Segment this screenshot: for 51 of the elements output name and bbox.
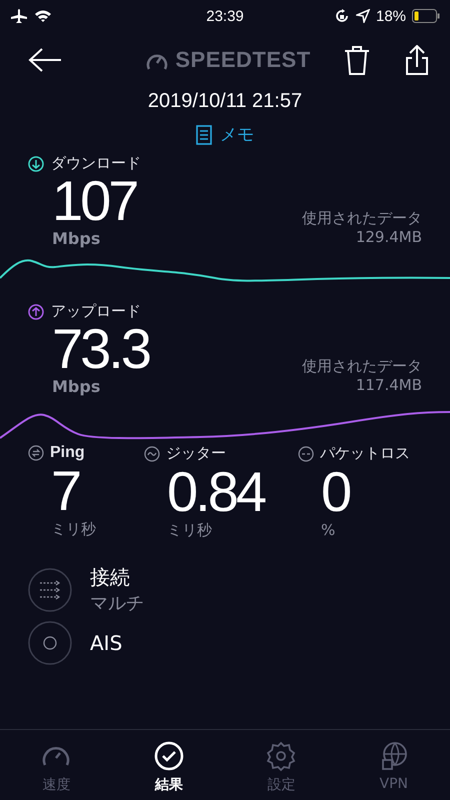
- detail-title: 接続: [90, 564, 131, 591]
- memo-button[interactable]: メモ: [196, 123, 254, 146]
- data-used-value: 129.4MB: [354, 228, 422, 246]
- detail-value: マルチ: [90, 592, 144, 615]
- speed-value: 107: [52, 173, 136, 229]
- trash-icon: [344, 45, 370, 75]
- back-arrow-icon: [28, 48, 62, 72]
- stat-label: パケットロス: [320, 444, 410, 463]
- check-circle-icon: [152, 740, 185, 772]
- stat-label: Ping: [50, 444, 85, 462]
- status-time: 23:39: [206, 8, 244, 24]
- share-button[interactable]: [406, 45, 428, 75]
- speed-value: 73.3: [52, 321, 149, 377]
- stat-value: 7: [50, 462, 80, 520]
- speed-label: アップロード: [51, 302, 141, 321]
- wifi-icon: [34, 9, 52, 23]
- data-used-value: 117.4MB: [354, 376, 422, 394]
- dash-icon: [298, 446, 314, 462]
- stat-value: 0: [320, 463, 351, 521]
- location-arrow-icon: [356, 9, 370, 23]
- tab-item[interactable]: 結果: [112, 730, 225, 800]
- multi-connection-icon: [28, 568, 72, 612]
- stat-value: 0.84: [166, 463, 266, 521]
- detail-title: AIS: [90, 631, 122, 655]
- tab-item[interactable]: 速度: [0, 730, 112, 800]
- speedtest-logo: SPEEDTEST: [175, 47, 311, 73]
- share-icon: [406, 45, 428, 75]
- data-used-label: 使用されたデータ: [302, 209, 422, 228]
- battery-icon: [412, 9, 440, 23]
- data-used-label: 使用されたデータ: [302, 357, 422, 376]
- test-date: 2019/10/11 21:57: [146, 90, 304, 113]
- wave-icon: [144, 446, 160, 462]
- stat-unit: ミリ秒: [166, 521, 213, 540]
- settings-icon: [265, 740, 298, 772]
- ping-icon: [28, 445, 44, 461]
- stat-unit: %: [320, 521, 336, 539]
- rotation-lock-icon: [334, 8, 350, 24]
- note-icon: [196, 124, 212, 144]
- stat-label: ジッター: [166, 444, 226, 463]
- speed-label: ダウンロード: [51, 154, 141, 173]
- delete-button[interactable]: [344, 45, 370, 75]
- battery-percent: 18%: [376, 8, 406, 24]
- tab-item[interactable]: VPN: [338, 730, 450, 800]
- stat-unit: ミリ秒: [50, 520, 97, 539]
- download-icon: [28, 156, 44, 172]
- airplane-icon: [10, 8, 28, 24]
- back-button[interactable]: [28, 48, 62, 72]
- tab-item[interactable]: 設定: [225, 730, 338, 800]
- speed-unit: Mbps: [52, 377, 102, 396]
- upload-icon: [28, 304, 44, 320]
- speed-unit: Mbps: [52, 229, 102, 248]
